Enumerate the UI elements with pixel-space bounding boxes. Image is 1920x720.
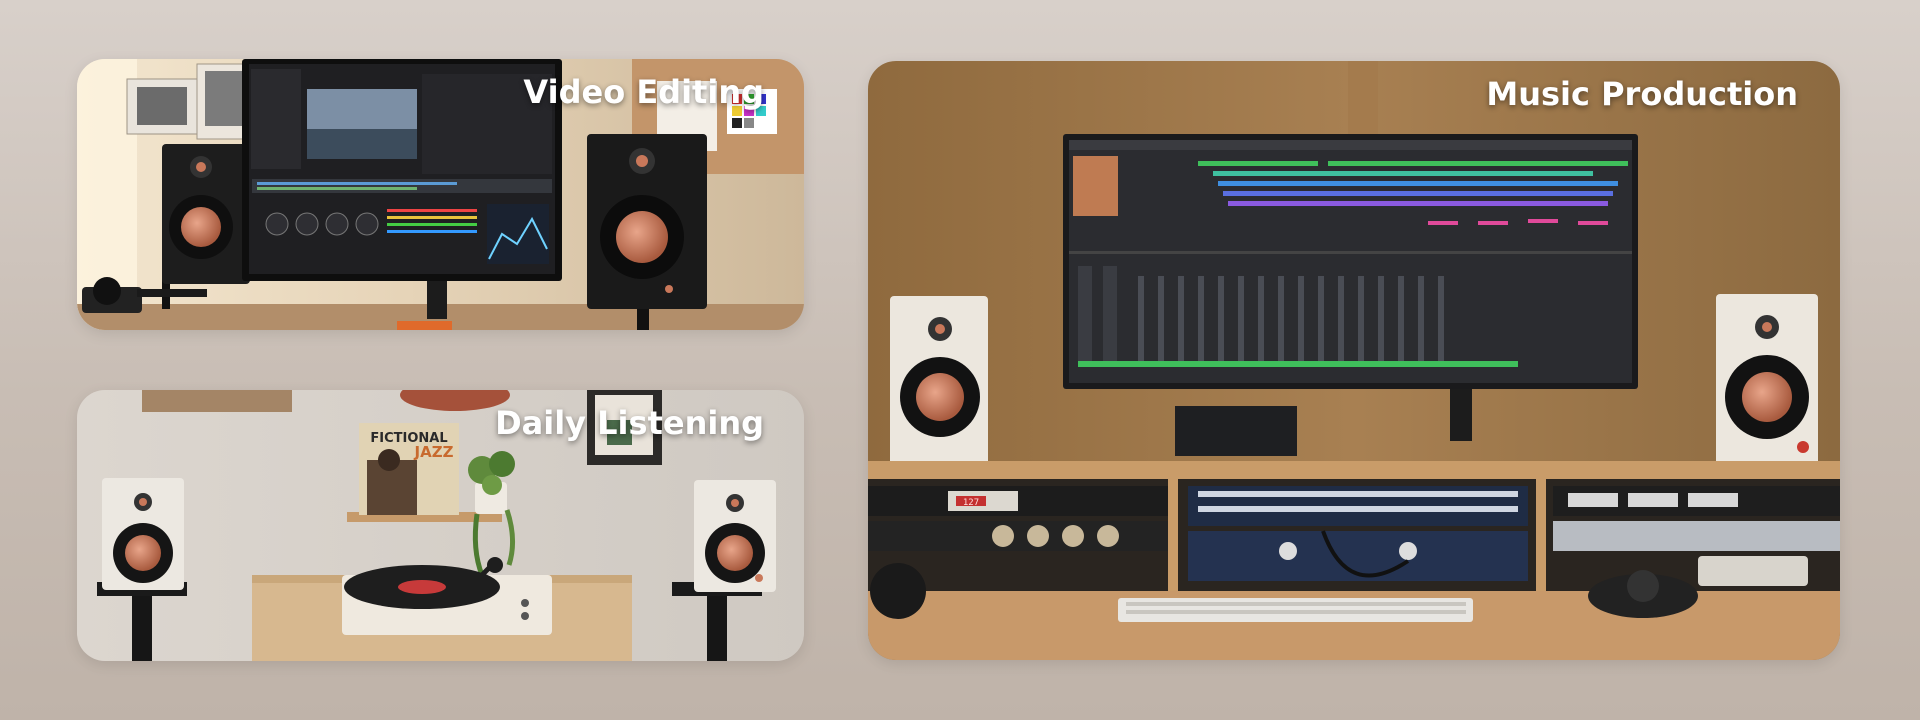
music-production-title: Music Production [1486, 75, 1798, 113]
rack-display: 127 [963, 498, 979, 508]
music-production-card[interactable]: 127 Music Production [868, 61, 1840, 660]
speaker-icon [1716, 294, 1818, 466]
album-title-line2: JAZZ [414, 443, 454, 461]
daily-listening-card[interactable]: FICTIONAL JAZZ Daily Listening [77, 390, 804, 661]
video-editing-card[interactable]: Video Editing [77, 59, 804, 330]
monitor-icon [242, 59, 562, 319]
speaker-icon [587, 134, 707, 330]
daily-listening-title: Daily Listening [495, 404, 764, 442]
speaker-icon [890, 296, 988, 466]
keyboard-icon [1118, 598, 1473, 622]
music-production-scene: 127 [868, 61, 1840, 660]
video-editing-title: Video Editing [523, 73, 764, 111]
album-cover: FICTIONAL JAZZ [359, 423, 459, 515]
